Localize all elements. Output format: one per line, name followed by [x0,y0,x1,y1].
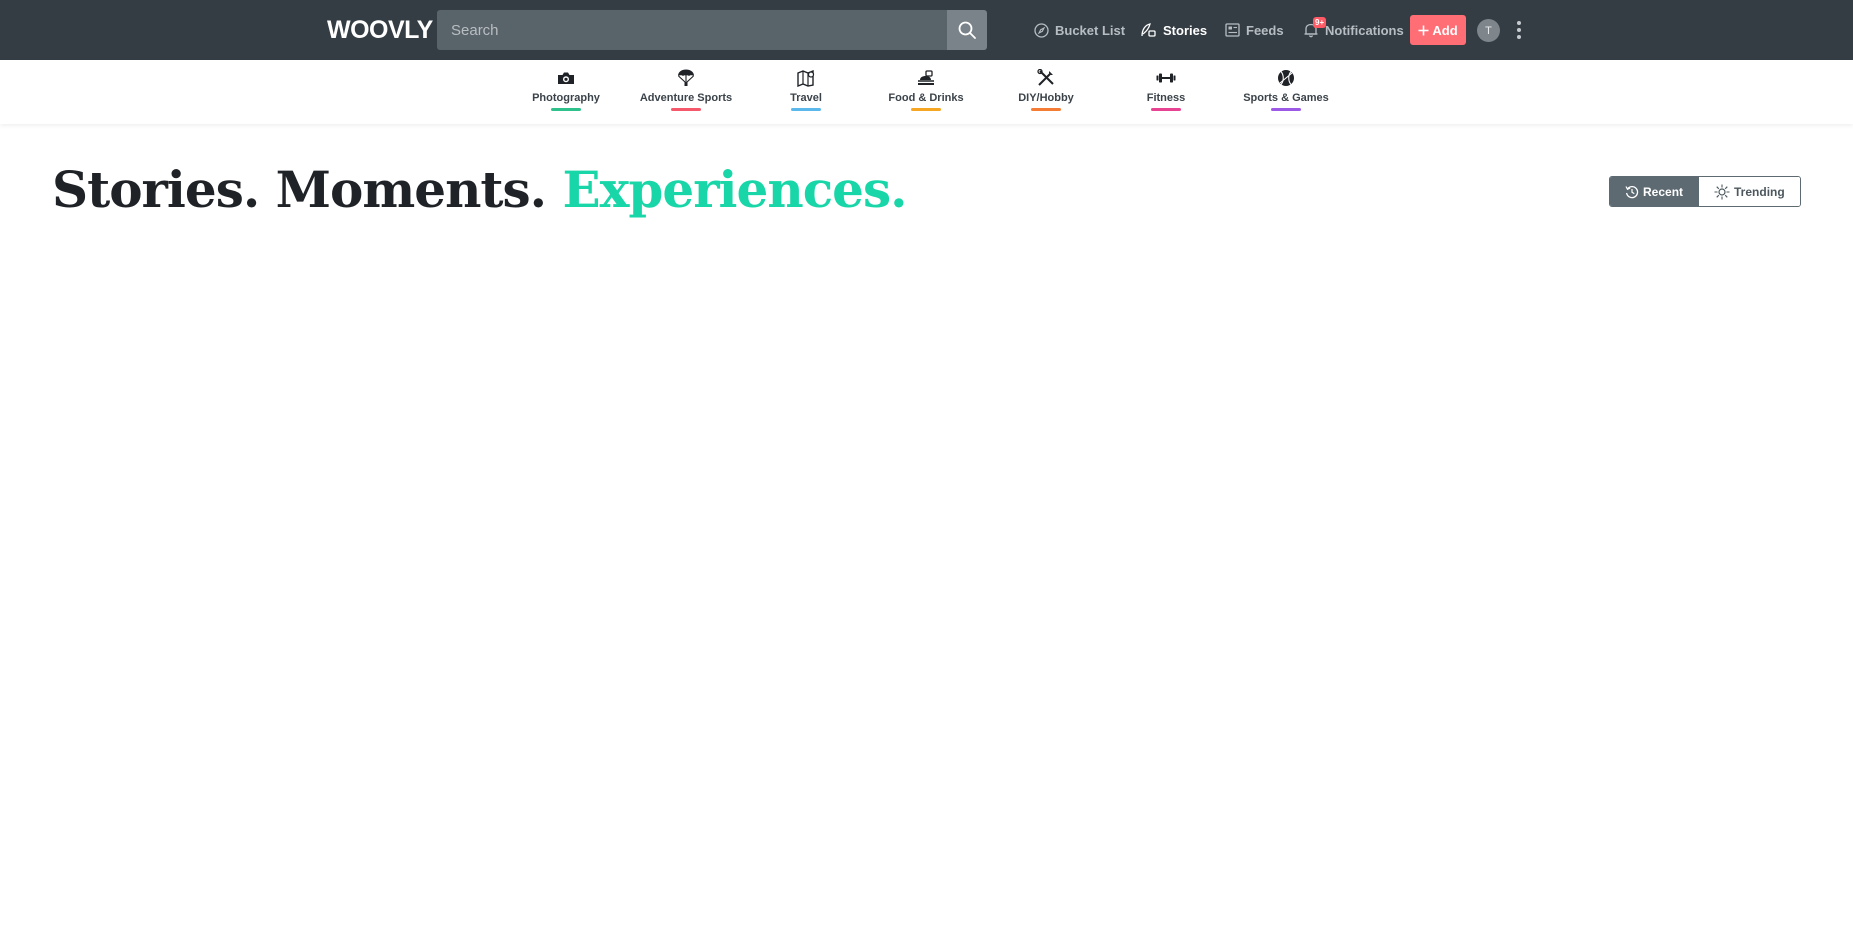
category-underline [1151,108,1181,111]
tools-icon [1037,69,1055,87]
category-underline [791,108,821,111]
page-headline: Stories. Moments. Experiences. [52,160,908,219]
nav-bucket-list-label: Bucket List [1055,22,1126,38]
category-label: DIY/Hobby [1018,92,1074,104]
stories-icon [1141,23,1156,37]
plus-icon [1418,25,1429,35]
category-adventure-sports[interactable]: Adventure Sports [626,60,746,124]
sort-recent-label: Recent [1643,184,1684,199]
trending-icon [1714,184,1730,199]
search-button[interactable] [947,10,987,50]
history-icon [1625,185,1639,198]
nav-notifications-label: Notifications [1325,22,1404,38]
category-underline [1031,108,1061,111]
search-input[interactable] [437,10,947,50]
category-underline [1271,108,1301,111]
category-label: Travel [790,92,822,104]
category-label: Sports & Games [1243,92,1329,104]
category-fitness[interactable]: Fitness [1106,60,1226,124]
category-underline [551,108,581,111]
add-button-label: Add [1432,22,1458,38]
category-diy-hobby[interactable]: DIY/Hobby [986,60,1106,124]
ball-icon [1277,69,1295,87]
feeds-icon [1225,23,1240,37]
compass-icon [1034,22,1049,38]
nav-stories[interactable]: Stories [1140,19,1207,41]
nav-feeds-label: Feeds [1246,22,1284,38]
sort-toggle: Recent Trending [1609,176,1801,207]
woovly-logo[interactable]: WOOVLY [327,17,433,43]
parachute-icon [677,69,695,87]
map-icon [797,69,815,87]
category-travel[interactable]: Travel [746,60,866,124]
search-bar [437,10,987,50]
category-food-drinks[interactable]: Food & Drinks [866,60,986,124]
category-label: Food & Drinks [888,92,964,104]
dumbbell-icon [1156,69,1176,87]
sort-trending-label: Trending [1734,184,1785,199]
category-sports-games[interactable]: Sports & Games [1226,60,1346,124]
notification-bell-wrap: 9+ [1303,17,1327,38]
notification-count-badge: 9+ [1313,17,1327,28]
sort-trending-button[interactable]: Trending [1698,177,1800,206]
food-icon [917,69,935,87]
category-label: Photography [532,92,600,104]
category-label: Fitness [1146,92,1186,104]
category-label: Adventure Sports [639,92,733,104]
kebab-dot [1517,21,1521,25]
more-menu-icon[interactable] [1512,19,1526,41]
user-avatar[interactable]: T [1477,19,1500,42]
category-underline [671,108,701,111]
add-button[interactable]: Add [1410,15,1466,45]
category-bar: Photography Adventure Sports Travel Food… [0,60,1853,124]
search-icon [958,21,976,39]
nav-feeds[interactable]: Feeds [1225,19,1284,41]
sort-recent-button[interactable]: Recent [1610,177,1699,206]
category-underline [911,108,941,111]
category-photography[interactable]: Photography [506,60,626,124]
nav-bucket-list[interactable]: Bucket List [1034,19,1125,41]
kebab-dot [1517,28,1521,32]
nav-stories-label: Stories [1163,22,1208,38]
nav-notifications[interactable]: 9+ Notifications [1303,17,1404,41]
headline-accent: Experiences. [562,160,908,219]
headline-primary: Stories. Moments. [52,160,547,219]
kebab-dot [1517,35,1521,39]
top-navbar: WOOVLY Bucket List Stories Fee [0,0,1853,60]
camera-icon [557,69,575,87]
